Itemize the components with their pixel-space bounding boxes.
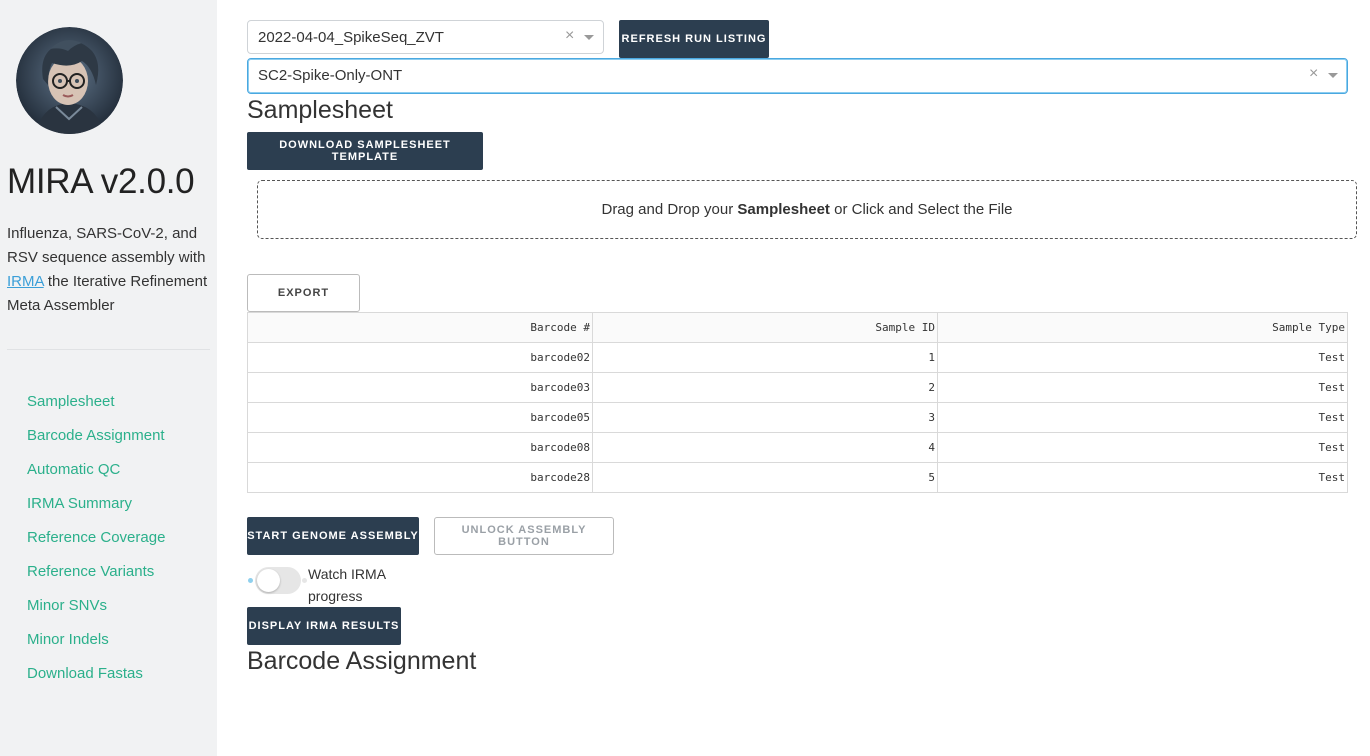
cell-sample-id[interactable]: 4 bbox=[592, 432, 938, 463]
dropzone-text-end: or Click and Select the File bbox=[829, 201, 1013, 218]
watch-irma-progress-toggle[interactable] bbox=[248, 567, 308, 595]
mira-logo-avatar bbox=[16, 27, 123, 134]
samplesheet-upload-dropzone[interactable]: Drag and Drop your Samplesheet or Click … bbox=[257, 180, 1357, 239]
cell-barcode[interactable]: barcode08 bbox=[247, 432, 593, 463]
app-description: Influenza, SARS-CoV-2, and RSV sequence … bbox=[7, 222, 212, 318]
nav-item-automatic-qc[interactable]: Automatic QC bbox=[27, 457, 165, 491]
cell-sample-id[interactable]: 5 bbox=[592, 462, 938, 493]
nav-item-irma-summary[interactable]: IRMA Summary bbox=[27, 491, 165, 525]
clear-icon[interactable]: × bbox=[565, 27, 574, 45]
cell-barcode[interactable]: barcode05 bbox=[247, 402, 593, 433]
experiment-type-value: SC2-Spike-Only-ONT bbox=[258, 67, 403, 84]
chevron-down-icon[interactable] bbox=[1328, 73, 1338, 78]
nav-item-reference-variants[interactable]: Reference Variants bbox=[27, 559, 165, 593]
column-header-barcode[interactable]: Barcode # bbox=[247, 312, 593, 343]
start-genome-assembly-button[interactable]: START GENOME ASSEMBLY bbox=[247, 517, 419, 555]
cell-sample-type[interactable]: Test bbox=[937, 372, 1348, 403]
nav-item-download-fastas[interactable]: Download Fastas bbox=[27, 661, 165, 695]
dropzone-text: Drag and Drop your bbox=[601, 201, 738, 218]
column-header-sample-id[interactable]: Sample ID bbox=[592, 312, 938, 343]
clear-icon[interactable]: × bbox=[1309, 65, 1318, 83]
unlock-assembly-button[interactable]: UNLOCK ASSEMBLY BUTTON bbox=[434, 517, 614, 555]
run-select[interactable]: 2022-04-04_SpikeSeq_ZVT × bbox=[247, 20, 604, 54]
toggle-track bbox=[255, 567, 301, 594]
cell-barcode[interactable]: barcode28 bbox=[247, 462, 593, 493]
nav-item-barcode-assignment[interactable]: Barcode Assignment bbox=[27, 423, 165, 457]
experiment-type-select[interactable]: SC2-Spike-Only-ONT × bbox=[247, 58, 1348, 94]
column-header-sample-type[interactable]: Sample Type bbox=[937, 312, 1348, 343]
run-select-value: 2022-04-04_SpikeSeq_ZVT bbox=[258, 29, 444, 46]
cell-sample-type[interactable]: Test bbox=[937, 402, 1348, 433]
watch-irma-progress-label: Watch IRMA progress bbox=[308, 566, 386, 604]
nav-item-minor-snvs[interactable]: Minor SNVs bbox=[27, 593, 165, 627]
cell-sample-id[interactable]: 2 bbox=[592, 372, 938, 403]
cell-sample-id[interactable]: 1 bbox=[592, 342, 938, 373]
samplesheet-table: Barcode # Sample ID Sample Type barcode0… bbox=[247, 312, 1348, 493]
display-irma-results-button[interactable]: DISPLAY IRMA RESULTS bbox=[247, 607, 401, 645]
refresh-run-listing-button[interactable]: REFRESH RUN LISTING bbox=[619, 20, 769, 58]
table-header-row: Barcode # Sample ID Sample Type bbox=[247, 312, 1348, 343]
toggle-indicator-dot bbox=[248, 578, 253, 583]
table-row: barcode08 4 Test bbox=[247, 432, 1348, 463]
barcode-assignment-heading: Barcode Assignment bbox=[247, 647, 477, 675]
cell-sample-type[interactable]: Test bbox=[937, 342, 1348, 373]
sidebar-nav: Samplesheet Barcode Assignment Automatic… bbox=[27, 389, 165, 695]
cell-barcode[interactable]: barcode03 bbox=[247, 372, 593, 403]
cell-sample-type[interactable]: Test bbox=[937, 462, 1348, 493]
dropzone-text-bold: Samplesheet bbox=[737, 201, 830, 218]
cell-sample-id[interactable]: 3 bbox=[592, 402, 938, 433]
nav-item-minor-indels[interactable]: Minor Indels bbox=[27, 627, 165, 661]
table-row: barcode02 1 Test bbox=[247, 342, 1348, 373]
irma-link[interactable]: IRMA bbox=[7, 273, 44, 290]
app-title: MIRA v2.0.0 bbox=[7, 162, 195, 201]
app-description-text: Influenza, SARS-CoV-2, and RSV sequence … bbox=[7, 225, 206, 266]
sidebar-divider bbox=[7, 349, 210, 350]
cell-barcode[interactable]: barcode02 bbox=[247, 342, 593, 373]
table-row: barcode03 2 Test bbox=[247, 372, 1348, 403]
nav-item-samplesheet[interactable]: Samplesheet bbox=[27, 389, 165, 423]
chevron-down-icon[interactable] bbox=[584, 35, 594, 40]
toggle-indicator-dot bbox=[302, 578, 307, 583]
cell-sample-type[interactable]: Test bbox=[937, 432, 1348, 463]
table-row: barcode28 5 Test bbox=[247, 462, 1348, 493]
sidebar: MIRA v2.0.0 Influenza, SARS-CoV-2, and R… bbox=[0, 0, 217, 756]
export-button[interactable]: EXPORT bbox=[247, 274, 360, 312]
samplesheet-heading: Samplesheet bbox=[247, 96, 393, 124]
nav-item-reference-coverage[interactable]: Reference Coverage bbox=[27, 525, 165, 559]
toggle-knob bbox=[257, 569, 280, 592]
download-samplesheet-template-button[interactable]: DOWNLOAD SAMPLESHEET TEMPLATE bbox=[247, 132, 483, 170]
table-row: barcode05 3 Test bbox=[247, 402, 1348, 433]
